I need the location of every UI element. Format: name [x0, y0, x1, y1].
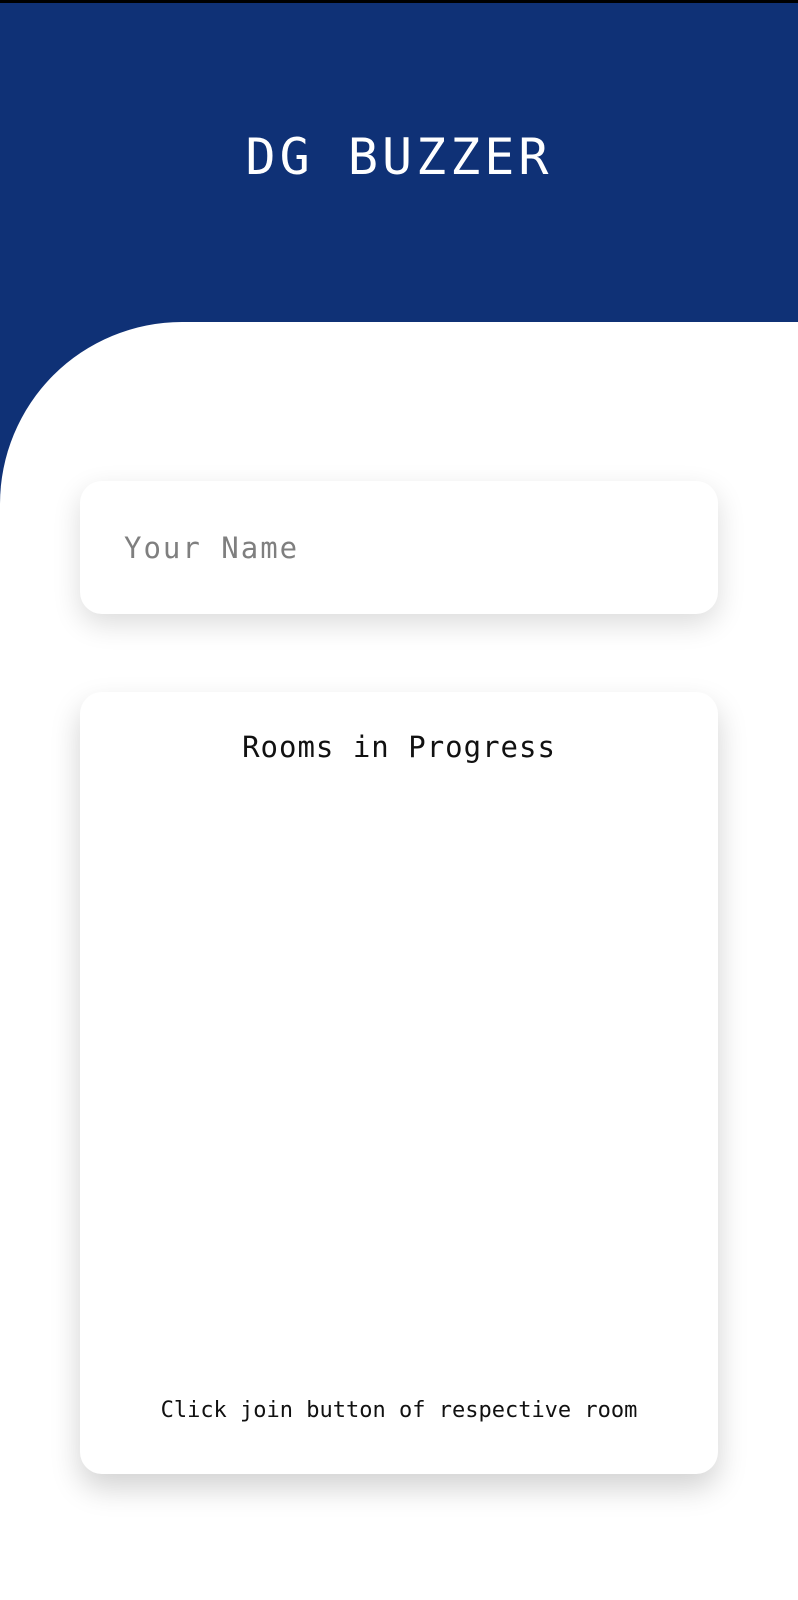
rooms-list[interactable] [100, 792, 698, 1372]
rooms-hint: Click join button of respective room [160, 1398, 638, 1423]
rooms-title: Rooms in Progress [242, 730, 556, 764]
name-card [80, 481, 718, 614]
status-bar-edge [0, 0, 798, 3]
name-input[interactable] [124, 481, 684, 614]
app-title: DG BUZZER [245, 128, 553, 186]
rooms-card: Rooms in Progress Click join button of r… [80, 692, 718, 1474]
